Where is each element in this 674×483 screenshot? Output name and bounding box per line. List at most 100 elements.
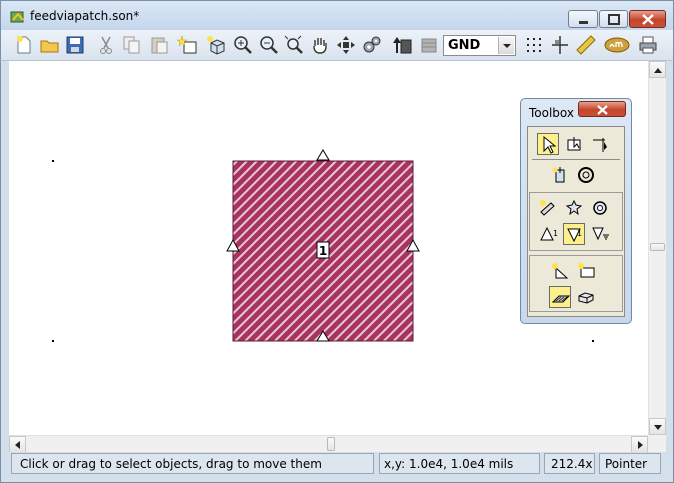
zoom-level: 212.4x bbox=[544, 453, 595, 474]
horizontal-scroll-thumb[interactable] bbox=[327, 437, 335, 451]
port-ground-tool-button[interactable] bbox=[589, 223, 611, 245]
vertical-scrollbar[interactable] bbox=[648, 61, 666, 435]
save-icon bbox=[66, 36, 84, 54]
add-port-tool-button[interactable] bbox=[537, 197, 559, 219]
settings-button[interactable] bbox=[361, 34, 383, 56]
align-button[interactable] bbox=[549, 34, 571, 56]
toolbox-separator bbox=[532, 159, 620, 160]
cog-icon bbox=[593, 201, 607, 215]
cut-button[interactable] bbox=[95, 34, 117, 56]
rectangle-tool-icon bbox=[578, 263, 595, 278]
align-icon bbox=[552, 36, 568, 54]
stack-layers-button[interactable] bbox=[418, 34, 440, 56]
pointer-tool-button[interactable] bbox=[537, 133, 559, 155]
cursor-coordinates: x,y: 1.0e4, 1.0e4 mils bbox=[379, 453, 540, 474]
scroll-down-button[interactable] bbox=[649, 418, 666, 435]
svg-text:1: 1 bbox=[577, 229, 582, 238]
save-button[interactable] bbox=[64, 34, 86, 56]
add-polygon-tool-button[interactable] bbox=[549, 260, 571, 282]
add-port-icon bbox=[540, 200, 555, 216]
circle-tool-icon bbox=[578, 167, 594, 183]
paste-icon bbox=[151, 37, 168, 54]
minimize-icon bbox=[579, 21, 588, 24]
status-message: Click or drag to select objects, drag to… bbox=[11, 453, 374, 474]
print-button[interactable] bbox=[637, 34, 659, 56]
new-document-button[interactable] bbox=[13, 34, 35, 56]
print-icon bbox=[639, 36, 657, 54]
metal-hatch-icon bbox=[551, 295, 571, 303]
zoom-out-icon bbox=[260, 36, 278, 54]
new-document-icon bbox=[17, 36, 31, 54]
move-arrows-icon bbox=[337, 36, 355, 54]
layer-dropdown[interactable]: GND bbox=[443, 35, 516, 56]
close-icon bbox=[597, 105, 608, 115]
main-toolbar: GND bbox=[0, 30, 674, 61]
brick-3d-icon bbox=[578, 292, 594, 304]
add-rectangle-tool-button[interactable] bbox=[575, 260, 597, 282]
add-3d-button[interactable] bbox=[205, 34, 227, 56]
vertical-scroll-thumb[interactable] bbox=[650, 243, 665, 251]
add-metal-tool-button[interactable] bbox=[549, 286, 571, 308]
add-edge-port-tool-button[interactable] bbox=[563, 197, 585, 219]
box-corner-bottom-left bbox=[52, 340, 54, 342]
window-frame-left bbox=[0, 61, 9, 453]
port-marker[interactable]: 1 bbox=[316, 241, 330, 259]
app-logo-icon bbox=[10, 11, 24, 23]
em-button[interactable] bbox=[604, 34, 630, 56]
stack-layers-icon bbox=[421, 38, 437, 53]
stack-up-icon bbox=[393, 37, 412, 54]
stack-up-button[interactable] bbox=[392, 34, 414, 56]
zoom-in-icon bbox=[234, 36, 252, 54]
chevron-down-icon[interactable] bbox=[498, 37, 514, 54]
em-icon bbox=[604, 37, 630, 53]
port-standard-tool-button[interactable]: 1 bbox=[537, 223, 559, 245]
port-inverted-triangle-icon: 1 bbox=[567, 228, 582, 243]
grid-button[interactable] bbox=[523, 34, 545, 56]
box-corner-bottom-right bbox=[592, 340, 594, 342]
pointer-arrow-icon bbox=[543, 135, 557, 154]
toolbox-body: 1 1 bbox=[527, 126, 625, 317]
copy-button[interactable] bbox=[121, 34, 143, 56]
polygon-tool-icon bbox=[552, 263, 569, 279]
ruler-button[interactable] bbox=[575, 34, 597, 56]
toolbox-title: Toolbox bbox=[529, 106, 574, 120]
port-reference-tool-button[interactable]: 1 bbox=[563, 223, 585, 245]
maximize-button[interactable] bbox=[599, 10, 628, 28]
pan-button[interactable] bbox=[309, 34, 331, 56]
add-polygon-button[interactable] bbox=[176, 34, 199, 56]
close-icon bbox=[642, 14, 654, 25]
horizontal-scrollbar[interactable] bbox=[9, 435, 648, 453]
add-via-tool-button[interactable] bbox=[549, 164, 571, 186]
open-button[interactable] bbox=[39, 34, 61, 56]
edit-within-tool-button[interactable] bbox=[564, 133, 586, 155]
port-triangle-icon: 1 bbox=[540, 226, 558, 241]
zoom-out-button[interactable] bbox=[258, 34, 280, 56]
add-port-circle-tool-button[interactable] bbox=[575, 164, 597, 186]
status-bar: Click or drag to select objects, drag to… bbox=[0, 452, 674, 483]
scrollbar-corner bbox=[648, 435, 666, 452]
pan-hand-icon bbox=[313, 38, 327, 54]
reference-plane-tool-button[interactable] bbox=[590, 133, 612, 155]
close-button[interactable] bbox=[629, 10, 666, 28]
scroll-left-button[interactable] bbox=[9, 436, 26, 453]
edge-handle-top[interactable] bbox=[316, 149, 330, 161]
minimize-button[interactable] bbox=[568, 10, 598, 28]
paste-button[interactable] bbox=[148, 34, 170, 56]
zoom-fit-button[interactable] bbox=[283, 34, 305, 56]
reference-plane-icon bbox=[593, 138, 607, 152]
box-corner-top-left bbox=[52, 160, 54, 162]
add-3d-icon bbox=[207, 36, 225, 55]
move-button[interactable] bbox=[335, 34, 357, 56]
window-title: feedviapatch.son* bbox=[30, 9, 140, 23]
ruler-icon bbox=[576, 35, 596, 55]
scroll-up-button[interactable] bbox=[649, 61, 666, 78]
toolbox-panel[interactable]: Toolbox 1 1 bbox=[520, 98, 632, 324]
toolbox-close-button[interactable] bbox=[578, 101, 626, 117]
zoom-in-button[interactable] bbox=[232, 34, 254, 56]
port-label: 1 bbox=[319, 244, 327, 258]
scroll-right-button[interactable] bbox=[631, 436, 648, 453]
gear-star-icon bbox=[565, 199, 583, 216]
add-brick-tool-button[interactable] bbox=[575, 286, 597, 308]
add-vertex-port-tool-button[interactable] bbox=[589, 197, 611, 219]
grid-dots-icon bbox=[527, 38, 541, 52]
